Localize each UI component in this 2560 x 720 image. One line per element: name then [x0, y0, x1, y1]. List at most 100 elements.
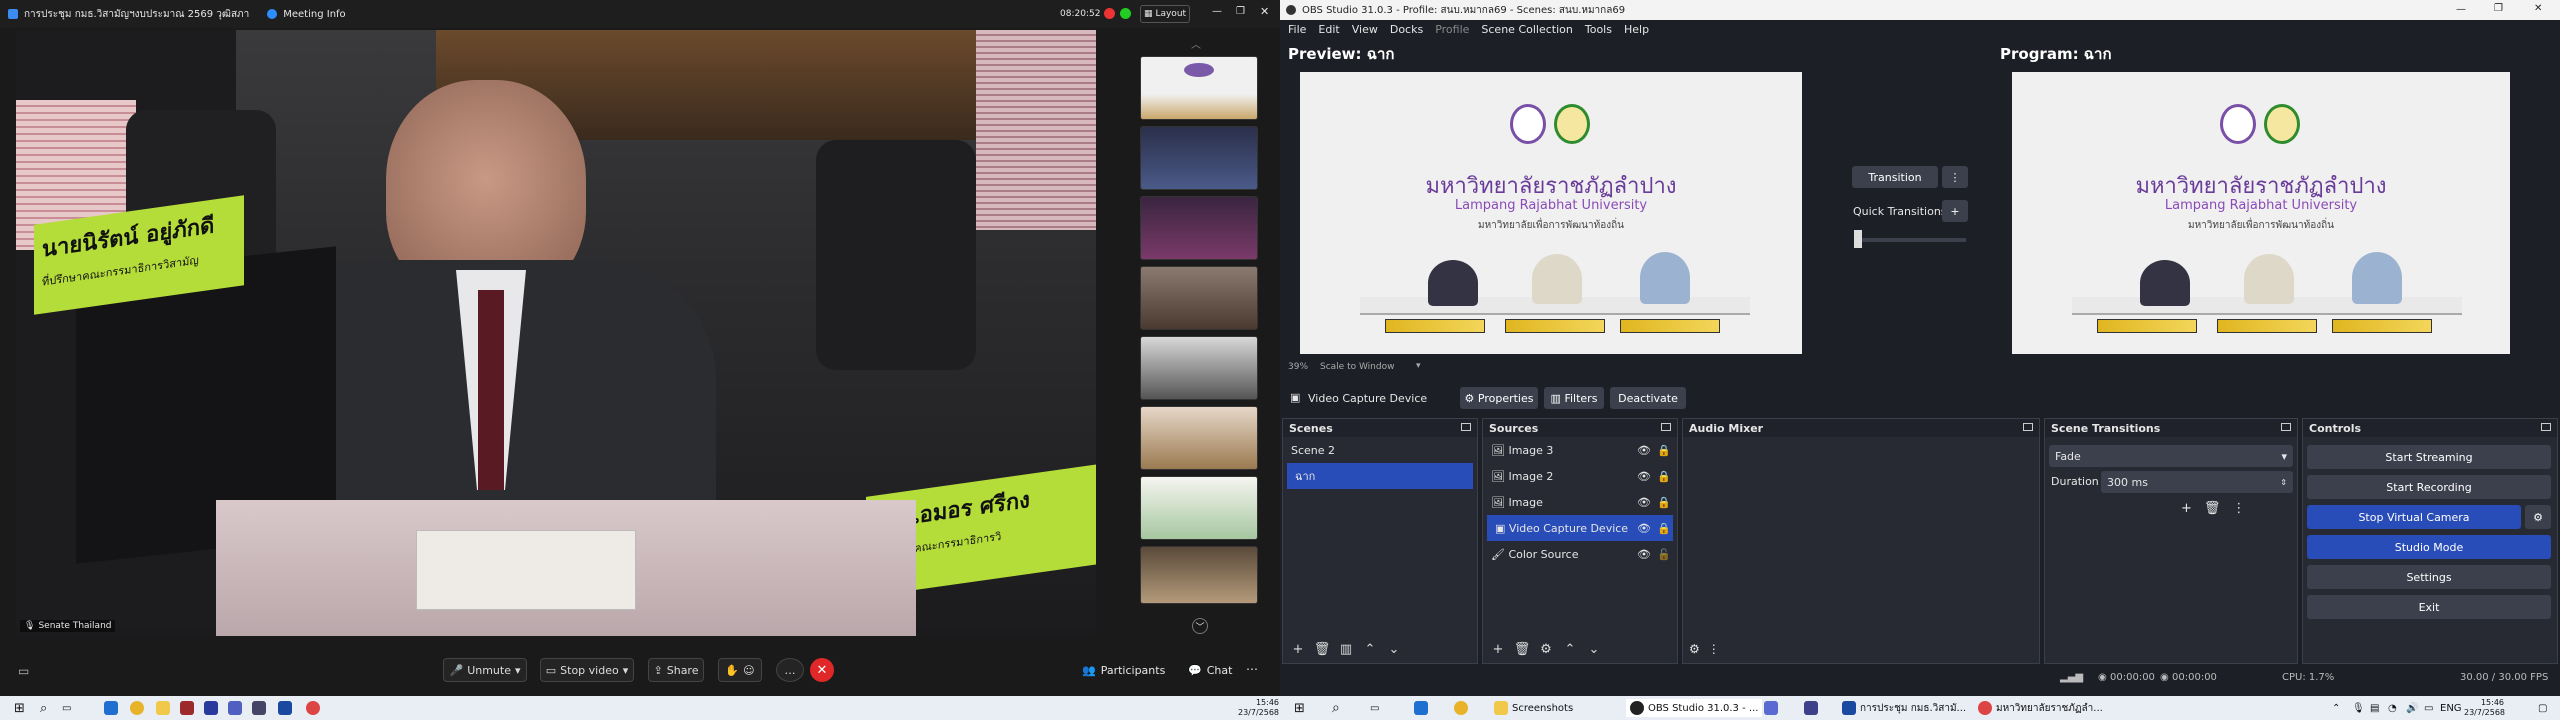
thumbnail-strip[interactable]: [1140, 56, 1258, 616]
app-icon[interactable]: [204, 701, 218, 715]
start-recording-button[interactable]: Start Recording: [2307, 475, 2551, 499]
app-icon[interactable]: [180, 701, 194, 715]
participant-thumbnail[interactable]: [1140, 266, 1258, 330]
trash-icon[interactable]: 🗑: [1313, 640, 1331, 658]
plus-icon[interactable]: +: [1289, 640, 1307, 658]
layout-button[interactable]: ▦ Layout: [1140, 5, 1190, 23]
scene-item[interactable]: Scene 2: [1283, 437, 1477, 463]
share-button[interactable]: ⇪ Share: [648, 658, 704, 682]
menu-docks[interactable]: Docks: [1390, 23, 1423, 36]
folder-icon[interactable]: [1494, 701, 1508, 715]
trash-icon[interactable]: 🗑: [1513, 640, 1531, 658]
participant-thumbnail[interactable]: [1140, 406, 1258, 470]
stop-virtual-camera-button[interactable]: Stop Virtual Camera: [2307, 505, 2521, 529]
settings-button[interactable]: Settings: [2307, 565, 2551, 589]
advanced-audio-icon[interactable]: ⚙: [1689, 642, 1700, 656]
menu-help[interactable]: Help: [1624, 23, 1649, 36]
zoom-icon[interactable]: [278, 701, 292, 715]
source-item[interactable]: 🖼 Image 👁 🔒: [1483, 489, 1677, 515]
participant-thumbnail[interactable]: [1140, 196, 1258, 260]
menu-scene-collection[interactable]: Scene Collection: [1481, 23, 1572, 36]
trash-icon[interactable]: 🗑: [2204, 501, 2221, 516]
reactions-button[interactable]: ✋ ☺: [718, 658, 762, 682]
more-button[interactable]: …: [776, 658, 804, 682]
more-options-icon[interactable]: ⋯: [1246, 662, 1258, 676]
filters-button[interactable]: ▥ Filters: [1544, 387, 1604, 409]
app-icon[interactable]: [252, 701, 266, 715]
lock-icon[interactable]: 🔒: [1657, 444, 1671, 457]
virtual-camera-settings-button[interactable]: ⚙: [2525, 505, 2551, 529]
close-icon[interactable]: ✕: [1260, 5, 1269, 18]
properties-button[interactable]: ⚙ Properties: [1460, 387, 1538, 409]
float-dock-icon[interactable]: [2023, 423, 2033, 431]
start-streaming-button[interactable]: Start Streaming: [2307, 445, 2551, 469]
search-icon[interactable]: ⌕: [40, 699, 47, 717]
notification-icon[interactable]: ▢: [2538, 699, 2547, 717]
captions-icon[interactable]: ▭: [18, 664, 29, 678]
preview-canvas[interactable]: มหาวิทยาลัยราชภัฏลำปาง Lampang Rajabhat …: [1300, 72, 1802, 354]
stop-video-button[interactable]: ▭ Stop video ▾: [540, 658, 634, 682]
edge-icon[interactable]: [1414, 701, 1428, 715]
exit-button[interactable]: Exit: [2307, 595, 2551, 619]
source-item[interactable]: 🖼 Image 2 👁 🔒: [1483, 463, 1677, 489]
kebab-icon[interactable]: ⋮: [1708, 642, 1720, 656]
transition-menu-button[interactable]: ⋮: [1942, 166, 1968, 188]
float-dock-icon[interactable]: [1461, 423, 1471, 431]
battery-icon[interactable]: ▭: [2424, 699, 2433, 717]
security-icon[interactable]: [1120, 8, 1131, 19]
record-icon[interactable]: [1104, 8, 1115, 19]
add-quick-transition-button[interactable]: +: [1942, 200, 1968, 222]
chrome-icon[interactable]: [130, 701, 144, 715]
task-view-icon[interactable]: ▭: [62, 699, 71, 717]
gear-icon[interactable]: ⚙: [1537, 640, 1555, 658]
mic-icon[interactable]: 🎙: [2352, 699, 2365, 717]
app-icon[interactable]: [1764, 701, 1778, 715]
scale-mode-select[interactable]: Scale to Window: [1320, 362, 1394, 372]
leave-button[interactable]: ✕: [810, 658, 834, 682]
taskbar-obs[interactable]: OBS Studio 31.0.3 - ...: [1626, 699, 1763, 717]
maximize-icon[interactable]: ❐: [1236, 6, 1245, 17]
printer-icon[interactable]: ▤: [2370, 699, 2379, 717]
participant-thumbnail[interactable]: [1140, 56, 1258, 120]
unlock-icon[interactable]: 🔓: [1657, 548, 1671, 561]
menu-view[interactable]: View: [1352, 23, 1378, 36]
taskbar-zoom[interactable]: การประชุม กมธ.วิสามั...: [1842, 699, 1966, 717]
menu-tools[interactable]: Tools: [1585, 23, 1612, 36]
transition-button[interactable]: Transition: [1852, 166, 1938, 188]
plus-icon[interactable]: +: [1489, 640, 1507, 658]
arrow-up-icon[interactable]: ⌃: [1361, 640, 1379, 658]
lock-icon[interactable]: 🔒: [1657, 470, 1671, 483]
unmute-button[interactable]: 🎤 Unmute ▾: [443, 658, 527, 682]
folder-icon[interactable]: [156, 701, 170, 715]
deactivate-button[interactable]: Deactivate: [1610, 387, 1686, 409]
chevron-down-icon[interactable]: ▾: [1416, 361, 1421, 371]
spinner-icon[interactable]: ⇕: [2280, 478, 2287, 487]
source-item[interactable]: 🖌 Color Source 👁 🔓: [1483, 541, 1677, 567]
eye-icon[interactable]: 👁: [1637, 470, 1651, 483]
eye-icon[interactable]: 👁: [1637, 522, 1651, 535]
scroll-up-icon[interactable]: ︿: [1191, 36, 1201, 51]
eye-icon[interactable]: 👁: [1637, 444, 1651, 457]
edge-icon[interactable]: [104, 701, 118, 715]
source-item[interactable]: ▣ Video Capture Device 👁 🔒: [1487, 515, 1673, 541]
lock-icon[interactable]: 🔒: [1657, 496, 1671, 509]
participant-thumbnail[interactable]: [1140, 336, 1258, 400]
filter-icon[interactable]: ▥: [1337, 640, 1355, 658]
start-icon[interactable]: ⊞: [14, 699, 25, 717]
right-clock[interactable]: 15:46 23/7/2568: [2464, 698, 2505, 718]
left-clock[interactable]: 15:46 23/7/2568: [1238, 698, 1279, 718]
task-view-icon[interactable]: ▭: [1370, 699, 1379, 717]
t-bar-handle[interactable]: [1854, 230, 1862, 248]
meeting-info-button[interactable]: Meeting Info: [267, 9, 346, 20]
app-icon[interactable]: [228, 701, 242, 715]
duration-input[interactable]: 300 ms ⇕: [2101, 471, 2293, 493]
chrome-icon[interactable]: [306, 701, 320, 715]
language-indicator[interactable]: ENG: [2440, 699, 2462, 717]
source-item[interactable]: 🖼 Image 3 👁 🔒: [1483, 437, 1677, 463]
participant-thumbnail[interactable]: [1140, 476, 1258, 540]
float-dock-icon[interactable]: [1661, 423, 1671, 431]
t-bar-track[interactable]: [1854, 238, 1966, 242]
scroll-down-icon[interactable]: ﹀: [1192, 618, 1208, 634]
float-dock-icon[interactable]: [2541, 423, 2551, 431]
plus-icon[interactable]: +: [2181, 501, 2192, 516]
